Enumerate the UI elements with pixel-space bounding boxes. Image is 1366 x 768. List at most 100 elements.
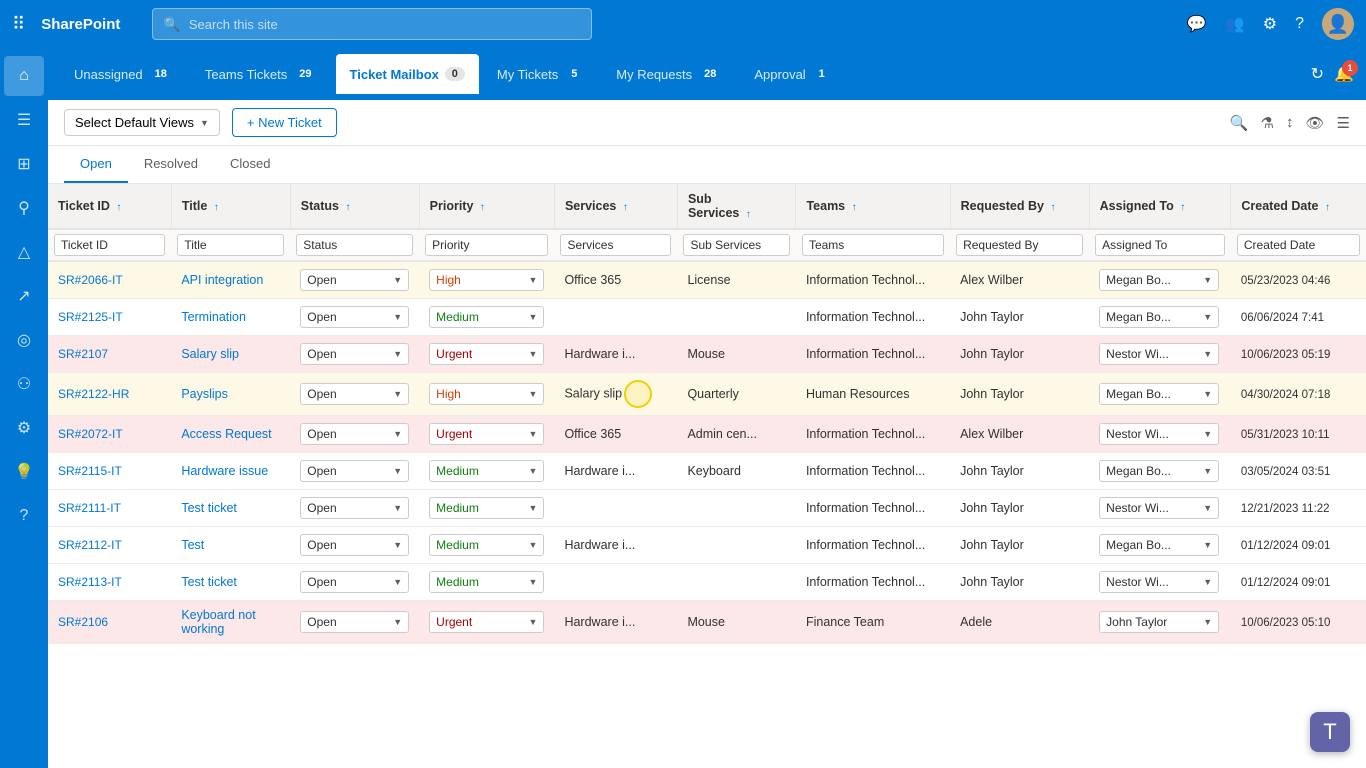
priority-dropdown[interactable]: Medium▼: [429, 497, 544, 519]
chat-icon[interactable]: 💬: [1187, 14, 1207, 34]
assigned-to-dropdown[interactable]: Megan Bo...▼: [1099, 534, 1219, 556]
ticket-title-link[interactable]: Test ticket: [181, 575, 237, 589]
assigned-to-dropdown[interactable]: Nestor Wi...▼: [1099, 571, 1219, 593]
waffle-icon[interactable]: ⠿: [12, 14, 25, 35]
view-select[interactable]: Select Default Views ▼: [64, 109, 220, 136]
status-tab-resolved[interactable]: Resolved: [128, 146, 214, 183]
ticket-id-link[interactable]: SR#2107: [58, 347, 108, 361]
filter-assigned-to[interactable]: [1095, 234, 1225, 256]
ticket-title-link[interactable]: API integration: [181, 273, 263, 287]
assigned-to-dropdown[interactable]: John Taylor▼: [1099, 611, 1219, 633]
ticket-id-link[interactable]: SR#2066-IT: [58, 273, 123, 287]
sidebar-item-search[interactable]: ⚲: [4, 188, 44, 228]
sidebar-item-lightbulb[interactable]: 💡: [4, 452, 44, 492]
search-input[interactable]: [189, 17, 582, 32]
ticket-title-link[interactable]: Payslips: [181, 387, 228, 401]
assigned-to-dropdown[interactable]: Megan Bo...▼: [1099, 269, 1219, 291]
tab-my-requests[interactable]: My Requests 28: [602, 54, 736, 94]
priority-dropdown[interactable]: Medium▼: [429, 571, 544, 593]
filter-services[interactable]: [560, 234, 671, 256]
ticket-title-link[interactable]: Termination: [181, 310, 246, 324]
hide-icon[interactable]: 👁: [1306, 114, 1325, 132]
tab-ticket-mailbox[interactable]: Ticket Mailbox 0: [336, 54, 479, 94]
filter-created-date[interactable]: [1237, 234, 1360, 256]
settings-icon[interactable]: ⚙: [1263, 14, 1277, 34]
filter-status[interactable]: [296, 234, 413, 256]
refresh-icon[interactable]: ↻: [1311, 64, 1324, 84]
sidebar-item-people[interactable]: ⚇: [4, 364, 44, 404]
priority-dropdown[interactable]: Urgent▼: [429, 343, 544, 365]
status-dropdown[interactable]: Open▼: [300, 423, 409, 445]
sidebar-item-home[interactable]: ⌂: [4, 56, 44, 96]
ticket-title-link[interactable]: Keyboard not working: [181, 608, 255, 636]
ticket-title-link[interactable]: Hardware issue: [181, 464, 268, 478]
col-sub-services[interactable]: Sub Services ↑: [677, 184, 796, 229]
status-tab-closed[interactable]: Closed: [214, 146, 286, 183]
ticket-title-link[interactable]: Salary slip: [181, 347, 239, 361]
priority-dropdown[interactable]: High▼: [429, 269, 544, 291]
col-requested-by[interactable]: Requested By ↑: [950, 184, 1089, 229]
filter-teams[interactable]: [802, 234, 944, 256]
col-assigned-to[interactable]: Assigned To ↑: [1089, 184, 1231, 229]
teams-fab[interactable]: T: [1310, 712, 1350, 752]
priority-dropdown[interactable]: Urgent▼: [429, 423, 544, 445]
priority-dropdown[interactable]: High▼: [429, 383, 544, 405]
search-toolbar-icon[interactable]: 🔍: [1230, 114, 1249, 132]
ticket-id-link[interactable]: SR#2122-HR: [58, 387, 129, 401]
assigned-to-dropdown[interactable]: Megan Bo...▼: [1099, 460, 1219, 482]
assigned-to-dropdown[interactable]: Nestor Wi...▼: [1099, 497, 1219, 519]
sidebar-item-menu[interactable]: ☰: [4, 100, 44, 140]
ticket-id-link[interactable]: SR#2106: [58, 615, 108, 629]
tab-approval[interactable]: Approval 1: [740, 54, 845, 94]
ticket-title-link[interactable]: Access Request: [181, 427, 271, 441]
status-dropdown[interactable]: Open▼: [300, 611, 409, 633]
avatar[interactable]: 👤: [1322, 8, 1354, 40]
filter-requested-by[interactable]: [956, 234, 1083, 256]
sort-icon[interactable]: ↕: [1286, 114, 1294, 131]
ticket-title-link[interactable]: Test ticket: [181, 501, 237, 515]
group-icon[interactable]: ☰: [1337, 114, 1350, 132]
status-dropdown[interactable]: Open▼: [300, 343, 409, 365]
priority-dropdown[interactable]: Medium▼: [429, 460, 544, 482]
ticket-id-link[interactable]: SR#2125-IT: [58, 310, 123, 324]
col-teams[interactable]: Teams ↑: [796, 184, 950, 229]
col-services[interactable]: Services ↑: [554, 184, 677, 229]
status-dropdown[interactable]: Open▼: [300, 460, 409, 482]
sidebar-item-alerts[interactable]: △: [4, 232, 44, 272]
ticket-id-link[interactable]: SR#2111-IT: [58, 501, 121, 515]
sidebar-item-settings[interactable]: ⚙: [4, 408, 44, 448]
col-ticket-id[interactable]: Ticket ID ↑: [48, 184, 171, 229]
filter-priority[interactable]: [425, 234, 548, 256]
priority-dropdown[interactable]: Medium▼: [429, 534, 544, 556]
people-icon[interactable]: 👥: [1225, 14, 1245, 34]
col-title[interactable]: Title ↑: [171, 184, 290, 229]
assigned-to-dropdown[interactable]: Megan Bo...▼: [1099, 383, 1219, 405]
col-status[interactable]: Status ↑: [290, 184, 419, 229]
status-dropdown[interactable]: Open▼: [300, 571, 409, 593]
tab-my-tickets[interactable]: My Tickets 5: [483, 54, 598, 94]
ticket-id-link[interactable]: SR#2113-IT: [58, 575, 122, 589]
ticket-title-link[interactable]: Test: [181, 538, 204, 552]
sidebar-item-connections[interactable]: ◎: [4, 320, 44, 360]
filter-title[interactable]: [177, 234, 284, 256]
sidebar-item-help[interactable]: ?: [4, 496, 44, 536]
status-tab-open[interactable]: Open: [64, 146, 128, 183]
ticket-id-link[interactable]: SR#2112-IT: [58, 538, 122, 552]
assigned-to-dropdown[interactable]: Megan Bo...▼: [1099, 306, 1219, 328]
sidebar-item-dashboard[interactable]: ⊞: [4, 144, 44, 184]
status-dropdown[interactable]: Open▼: [300, 497, 409, 519]
tab-teams-tickets[interactable]: Teams Tickets 29: [191, 54, 332, 94]
sidebar-item-analytics[interactable]: ↗: [4, 276, 44, 316]
search-bar[interactable]: 🔍: [152, 8, 592, 40]
filter-sub-services[interactable]: [683, 234, 790, 256]
status-dropdown[interactable]: Open▼: [300, 534, 409, 556]
col-created-date[interactable]: Created Date ↑: [1231, 184, 1366, 229]
filter-ticket-id[interactable]: [54, 234, 165, 256]
notification-icon[interactable]: 🔔 1: [1334, 64, 1354, 84]
col-priority[interactable]: Priority ↑: [419, 184, 554, 229]
ticket-id-link[interactable]: SR#2072-IT: [58, 427, 123, 441]
priority-dropdown[interactable]: Medium▼: [429, 306, 544, 328]
filter-icon[interactable]: ⚗: [1261, 114, 1274, 132]
status-dropdown[interactable]: Open▼: [300, 269, 409, 291]
assigned-to-dropdown[interactable]: Nestor Wi...▼: [1099, 423, 1219, 445]
